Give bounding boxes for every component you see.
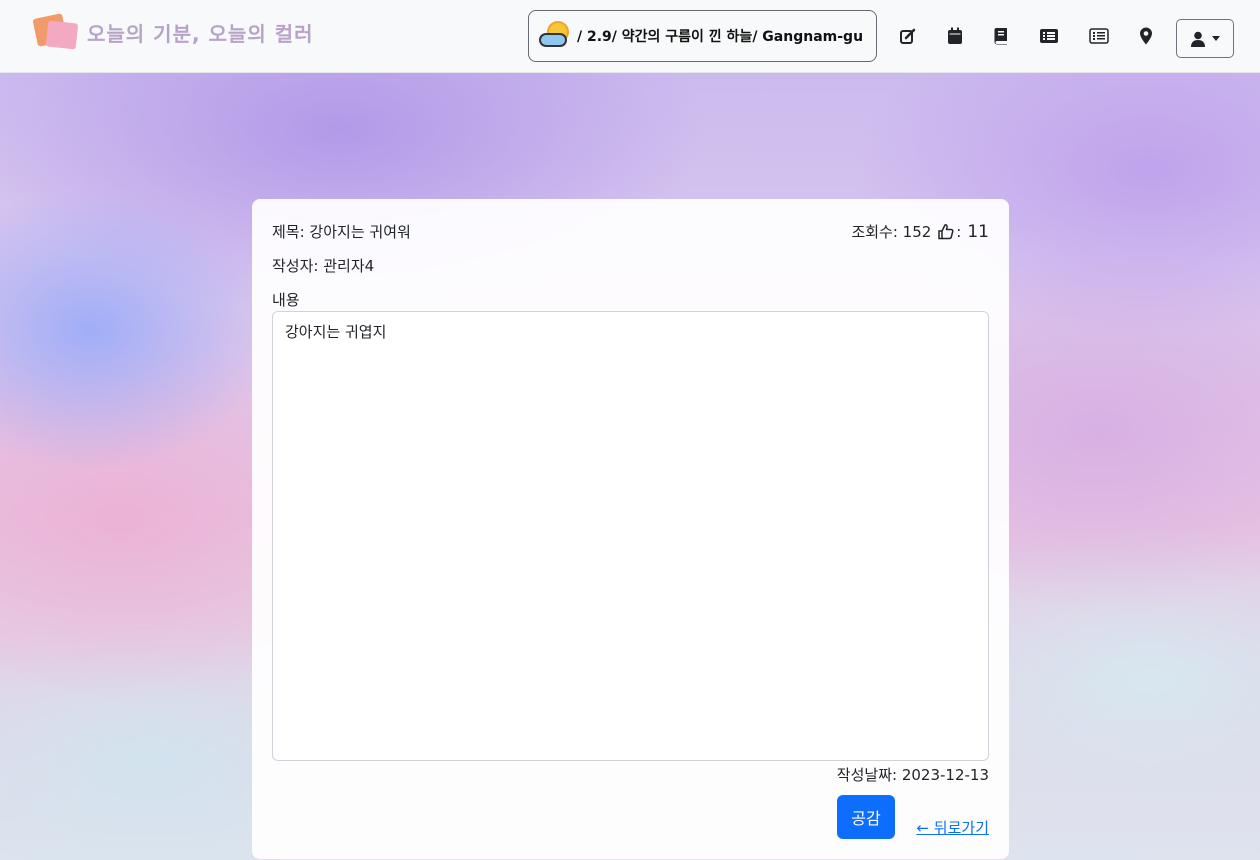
brand[interactable]: 오늘의 기분, 오늘의 컬러 [32,13,314,50]
post-date: 작성날짜: 2023-12-13 [836,766,989,784]
caret-down-icon [1212,36,1220,41]
content-text: 강아지는 귀엽지 [285,323,387,341]
brand-text: 오늘의 기분, 오늘의 컬러 [87,21,314,46]
brand-logo-icon [32,13,79,50]
user-dropdown-button[interactable] [1176,19,1234,58]
weather-widget: / 2.9/ 약간의 구름이 낀 하늘/ Gangnam-gu [528,10,877,62]
thumbs-up-icon [938,224,954,240]
likes-separator: : [956,222,962,241]
post-stats: 조회수: 152 : 11 [851,221,989,242]
navbar: 오늘의 기분, 오늘의 컬러 / 2.9/ 약간의 구름이 낀 하늘/ Gang… [0,0,1260,73]
list-icon[interactable] [1087,24,1111,48]
post-author: 작성자: 관리자4 [272,257,375,275]
edit-icon[interactable] [896,24,920,48]
like-button[interactable]: 공감 [837,795,895,839]
back-link[interactable]: ← 뒤로가기 [916,817,989,838]
partly-cloudy-icon [539,21,573,51]
content-textarea[interactable]: 강아지는 귀엽지 [272,311,989,761]
post-card: 제목: 강아지는 귀여워 조회수: 152 : 11 작성자: 관리자4 내용 … [252,199,1009,859]
book-icon[interactable] [989,24,1013,48]
view-count: 조회수: 152 [851,223,932,241]
weather-text: / 2.9/ 약간의 구름이 낀 하늘/ Gangnam-gu [577,29,864,45]
user-icon [1191,31,1205,47]
likes-count: 11 [967,221,989,242]
content-label: 내용 [272,291,300,309]
calendar-icon[interactable] [943,24,967,48]
map-marker-icon[interactable] [1134,24,1158,48]
post-title: 제목: 강아지는 귀여워 [272,223,411,241]
list-alt-icon[interactable] [1037,24,1061,48]
